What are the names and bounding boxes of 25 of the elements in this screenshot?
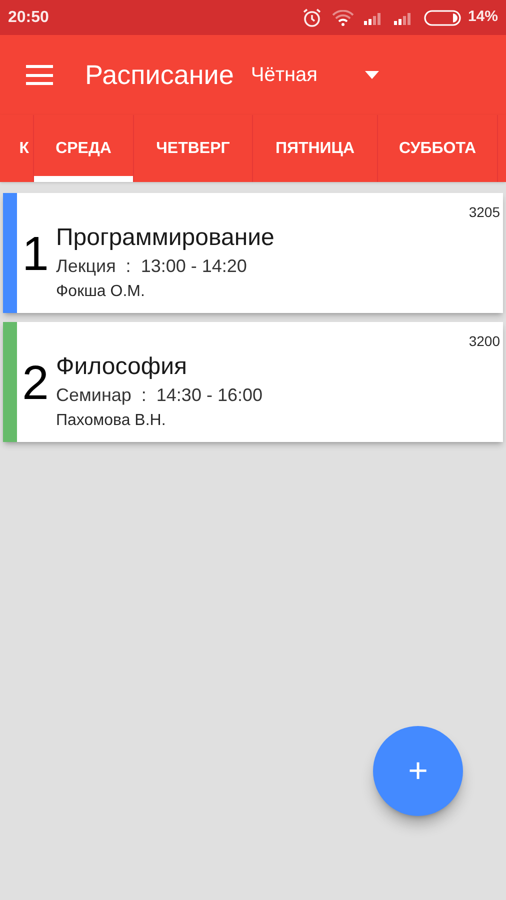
lesson-details: Лекция : 13:00 - 14:20 xyxy=(56,255,247,278)
teacher-name: Пахомова В.Н. xyxy=(56,411,166,431)
day-tab[interactable]: ЧЕТВЕРГ xyxy=(134,115,253,182)
room-number: 3200 xyxy=(468,333,500,349)
lesson-subject: Программирование xyxy=(56,223,274,253)
lesson-number: 2 xyxy=(22,360,49,408)
day-tab[interactable]: СУББОТА xyxy=(378,115,498,182)
menu-icon[interactable] xyxy=(26,65,53,85)
app-title: Расписание xyxy=(85,58,234,92)
status-time: 20:50 xyxy=(8,8,49,28)
room-number: 3205 xyxy=(468,204,500,220)
add-button[interactable]: + xyxy=(373,726,463,816)
day-tab[interactable]: ПЯТНИЦА xyxy=(253,115,378,182)
lesson-subject: Философия xyxy=(56,352,188,382)
alarm-icon xyxy=(302,8,322,28)
battery-icon xyxy=(424,10,462,26)
wifi-icon xyxy=(332,10,354,26)
lesson-details: Семинар : 14:30 - 16:00 xyxy=(56,384,262,407)
teacher-name: Фокша О.М. xyxy=(56,282,145,302)
day-tab[interactable]: СРЕДА xyxy=(34,115,134,182)
battery-percent: 14% xyxy=(468,7,498,28)
caret-icon xyxy=(365,71,380,79)
day-tab[interactable]: К xyxy=(0,115,34,182)
lesson-number: 1 xyxy=(22,231,49,279)
week-dropdown[interactable]: Чётная xyxy=(250,60,380,90)
